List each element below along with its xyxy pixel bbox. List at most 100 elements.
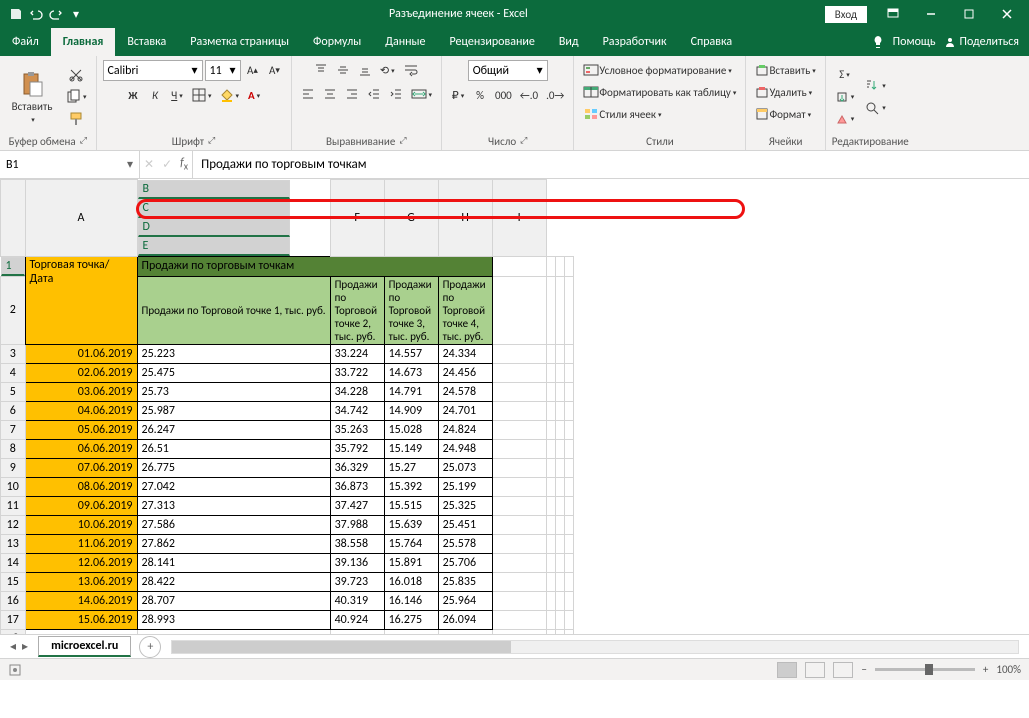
- cell[interactable]: 08.06.2019: [25, 478, 137, 497]
- row-header[interactable]: 18: [1, 630, 26, 634]
- row-header[interactable]: 4: [1, 364, 26, 383]
- copy-icon[interactable]: ▾: [62, 87, 90, 107]
- underline-button[interactable]: Ч▾: [167, 85, 187, 105]
- cell[interactable]: 25.475: [137, 364, 330, 383]
- cell[interactable]: 15.639: [384, 516, 438, 535]
- cell[interactable]: 15.392: [384, 478, 438, 497]
- cell[interactable]: [546, 497, 555, 516]
- cell[interactable]: 24.701: [438, 402, 492, 421]
- cell[interactable]: [546, 554, 555, 573]
- cell[interactable]: [555, 516, 564, 535]
- tab-вставка[interactable]: Вставка: [115, 28, 178, 56]
- cell[interactable]: 26.51: [137, 440, 330, 459]
- tab-справка[interactable]: Справка: [679, 28, 745, 56]
- merge-cells-icon[interactable]: ▾: [408, 84, 436, 104]
- cell[interactable]: 14.909: [384, 402, 438, 421]
- cell[interactable]: [555, 440, 564, 459]
- zoom-level[interactable]: 100%: [996, 663, 1021, 676]
- cell[interactable]: [555, 421, 564, 440]
- cell[interactable]: [546, 440, 555, 459]
- cell[interactable]: 15.764: [384, 535, 438, 554]
- cell[interactable]: 25.987: [137, 402, 330, 421]
- view-page-break-icon[interactable]: [833, 662, 853, 678]
- autosum-icon[interactable]: Σ▾: [832, 65, 858, 85]
- login-button[interactable]: Вход: [825, 6, 867, 23]
- cell[interactable]: 25.706: [438, 554, 492, 573]
- cell[interactable]: 14.673: [384, 364, 438, 383]
- tab-разметка страницы[interactable]: Разметка страницы: [178, 28, 301, 56]
- cell[interactable]: [564, 516, 573, 535]
- bold-button[interactable]: Ж: [123, 85, 143, 105]
- row-header[interactable]: 3: [1, 345, 26, 364]
- format-cells-button[interactable]: Формат ▾: [752, 104, 814, 124]
- cell[interactable]: 26.247: [137, 421, 330, 440]
- cell[interactable]: 06.06.2019: [25, 440, 137, 459]
- cell[interactable]: [555, 256, 564, 276]
- cell[interactable]: [546, 459, 555, 478]
- cell[interactable]: [555, 402, 564, 421]
- cell[interactable]: [564, 573, 573, 592]
- sheet-tab[interactable]: microexcel.ru: [38, 636, 131, 657]
- tab-вид[interactable]: Вид: [547, 28, 591, 56]
- cell[interactable]: [564, 345, 573, 364]
- cell[interactable]: [492, 345, 546, 364]
- clear-icon[interactable]: ▾: [832, 109, 858, 129]
- row-header[interactable]: 8: [1, 440, 26, 459]
- cell[interactable]: 25.835: [438, 573, 492, 592]
- cell[interactable]: 24.456: [438, 364, 492, 383]
- cell[interactable]: 16.275: [384, 611, 438, 630]
- cell[interactable]: [555, 345, 564, 364]
- cell[interactable]: [555, 630, 564, 634]
- cell[interactable]: [546, 478, 555, 497]
- font-size-select[interactable]: 11▾: [205, 60, 241, 81]
- align-bottom-icon[interactable]: [355, 60, 375, 80]
- cell[interactable]: 09.06.2019: [25, 497, 137, 516]
- align-right-icon[interactable]: [342, 84, 362, 104]
- cell[interactable]: [564, 276, 573, 345]
- align-middle-icon[interactable]: [333, 60, 353, 80]
- cell[interactable]: 39.136: [330, 554, 384, 573]
- cell[interactable]: 01.06.2019: [25, 345, 137, 364]
- cell[interactable]: 37.988: [330, 516, 384, 535]
- cell[interactable]: [546, 402, 555, 421]
- cell[interactable]: 28.993: [137, 611, 330, 630]
- cell[interactable]: [492, 364, 546, 383]
- cell[interactable]: [546, 611, 555, 630]
- cell[interactable]: [555, 611, 564, 630]
- cell[interactable]: Торговая точка/ Дата: [25, 256, 137, 345]
- tab-файл[interactable]: Файл: [0, 28, 51, 56]
- font-color-icon[interactable]: А▾: [244, 85, 264, 105]
- zoom-slider[interactable]: [875, 668, 975, 671]
- formula-input[interactable]: Продажи по торговым точкам: [193, 151, 1029, 178]
- cell[interactable]: 04.06.2019: [25, 402, 137, 421]
- cell[interactable]: 14.557: [384, 345, 438, 364]
- cell[interactable]: 28.141: [137, 554, 330, 573]
- comma-icon[interactable]: 000: [492, 85, 515, 105]
- formula-enter-icon[interactable]: ✓: [162, 157, 172, 172]
- spreadsheet-grid[interactable]: ABCDEFGHI1Торговая точка/ ДатаПродажи по…: [0, 179, 1029, 634]
- cell[interactable]: 03.06.2019: [25, 383, 137, 402]
- cell[interactable]: 07.06.2019: [25, 459, 137, 478]
- align-left-icon[interactable]: [298, 84, 318, 104]
- cell[interactable]: 40.924: [330, 611, 384, 630]
- cell[interactable]: [137, 630, 330, 634]
- orientation-icon[interactable]: ⟲▾: [377, 60, 398, 80]
- column-header[interactable]: E: [138, 237, 290, 256]
- cell[interactable]: [546, 256, 555, 276]
- zoom-out-icon[interactable]: −: [861, 663, 866, 676]
- cell[interactable]: 35.263: [330, 421, 384, 440]
- cell[interactable]: Продажи по Торговой точке 1, тыс. руб.: [137, 276, 330, 345]
- cell[interactable]: 15.028: [384, 421, 438, 440]
- cell[interactable]: [555, 364, 564, 383]
- row-header[interactable]: 9: [1, 459, 26, 478]
- cell[interactable]: 40.319: [330, 592, 384, 611]
- insert-function-icon[interactable]: fx: [180, 156, 188, 172]
- cell[interactable]: [492, 573, 546, 592]
- cell[interactable]: [564, 383, 573, 402]
- cell[interactable]: [564, 256, 573, 276]
- cell[interactable]: Продажи по Торговой точке 4, тыс. руб.: [438, 276, 492, 345]
- paste-button[interactable]: Вставить▾: [6, 68, 58, 126]
- cell[interactable]: [492, 256, 546, 276]
- cell[interactable]: 24.334: [438, 345, 492, 364]
- cell[interactable]: 12.06.2019: [25, 554, 137, 573]
